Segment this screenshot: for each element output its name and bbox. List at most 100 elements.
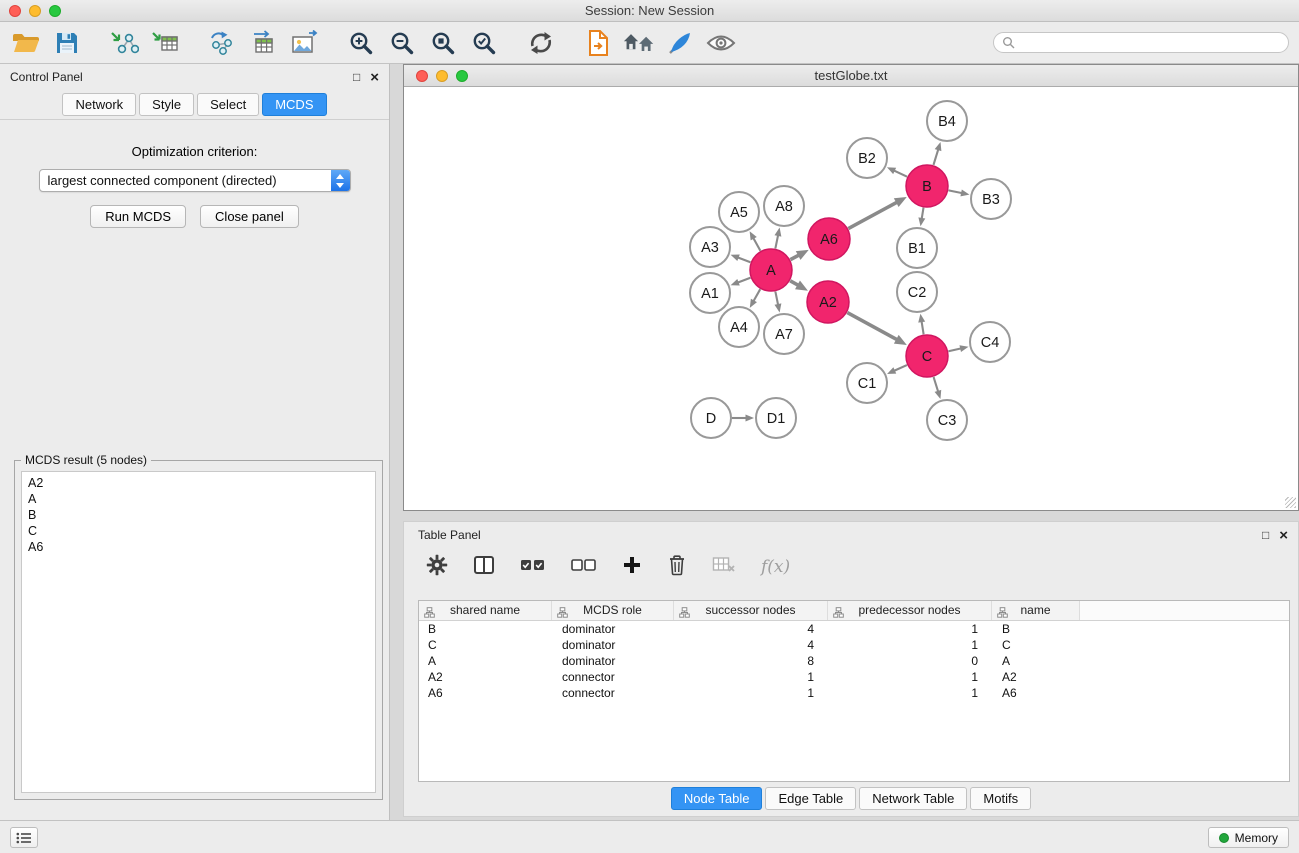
tab-mcds[interactable]: MCDS <box>262 93 326 116</box>
graph-edge-B-B3[interactable] <box>949 189 970 196</box>
zoom-window-button[interactable] <box>49 5 61 17</box>
network-overview-button[interactable] <box>623 27 655 59</box>
graph-edge-A2-C[interactable] <box>847 313 906 345</box>
tab-motifs[interactable]: Motifs <box>970 787 1031 810</box>
column-header-shared-name[interactable]: shared name <box>419 601 552 620</box>
table-row[interactable]: A6connector11A6 <box>419 685 1289 701</box>
table-row[interactable]: A2connector11A2 <box>419 669 1289 685</box>
deselect-all-button[interactable] <box>571 557 597 578</box>
zoom-selected-button[interactable] <box>468 27 500 59</box>
zoom-out-button[interactable] <box>386 27 418 59</box>
graph-edge-B-B2[interactable] <box>887 167 907 176</box>
export-table-button[interactable] <box>247 27 279 59</box>
graph-node-C[interactable]: C <box>906 335 948 377</box>
import-network-button[interactable] <box>108 27 140 59</box>
network-minimize-button[interactable] <box>436 70 448 82</box>
graph-node-A6[interactable]: A6 <box>808 218 850 260</box>
export-image-button[interactable] <box>288 27 320 59</box>
search-field[interactable] <box>993 32 1289 53</box>
table-settings-button[interactable] <box>426 554 448 581</box>
close-panel-button[interactable]: Close panel <box>200 205 299 228</box>
mcds-result-item[interactable]: C <box>22 523 375 539</box>
graph-node-C1[interactable]: C1 <box>847 363 887 403</box>
delete-table-button[interactable] <box>712 555 736 580</box>
graph-node-D1[interactable]: D1 <box>756 398 796 438</box>
save-session-button[interactable] <box>51 27 83 59</box>
close-table-panel-icon[interactable]: × <box>1279 528 1288 543</box>
graph-node-C3[interactable]: C3 <box>927 400 967 440</box>
graph-edge-A-A4[interactable] <box>750 289 760 308</box>
graph-node-A[interactable]: A <box>750 249 792 291</box>
table-row[interactable]: Cdominator41C <box>419 637 1289 653</box>
graph-node-A8[interactable]: A8 <box>764 186 804 226</box>
column-header-mcds-role[interactable]: MCDS role <box>552 601 674 620</box>
import-table-button[interactable] <box>149 27 181 59</box>
network-zoom-button[interactable] <box>456 70 468 82</box>
graph-node-B1[interactable]: B1 <box>897 228 937 268</box>
zoom-fit-button[interactable] <box>427 27 459 59</box>
graph-edge-B-B4[interactable] <box>933 142 941 165</box>
open-file-button[interactable] <box>10 27 42 59</box>
graph-edge-A-A6[interactable] <box>790 250 808 260</box>
graph-node-D[interactable]: D <box>691 398 731 438</box>
table-row[interactable]: Bdominator41B <box>419 621 1289 637</box>
tab-style[interactable]: Style <box>139 93 194 116</box>
network-canvas[interactable]: B4 B2 B B3 A8A5 A6 A3 B1 A A1 C2 A2 A4A7 C4 C C1 C3 D D1 <box>404 88 1298 510</box>
network-window-titlebar[interactable]: testGlobe.txt <box>404 65 1298 87</box>
task-history-button[interactable] <box>10 827 38 848</box>
resize-grip[interactable] <box>1285 497 1296 508</box>
delete-column-button[interactable] <box>667 554 687 581</box>
graph-node-A5[interactable]: A5 <box>719 192 759 232</box>
search-input[interactable] <box>1020 36 1280 50</box>
show-graphics-button[interactable] <box>705 27 737 59</box>
function-builder-button[interactable]: f(x) <box>761 557 790 577</box>
graph-node-B2[interactable]: B2 <box>847 138 887 178</box>
graph-node-A7[interactable]: A7 <box>764 314 804 354</box>
tab-node-table[interactable]: Node Table <box>671 787 763 810</box>
graph-node-A4[interactable]: A4 <box>719 307 759 347</box>
node-table[interactable]: shared nameMCDS rolesuccessor nodesprede… <box>418 600 1290 782</box>
optimization-criterion-select[interactable]: largest connected component (directed) <box>39 169 351 192</box>
graph-node-B3[interactable]: B3 <box>971 179 1011 219</box>
close-panel-icon[interactable]: × <box>370 70 379 85</box>
network-graph[interactable]: B4 B2 B B3 A8A5 A6 A3 B1 A A1 C2 A2 A4A7 C4 C C1 C3 D D1 <box>404 88 1298 510</box>
add-column-button[interactable] <box>622 555 642 580</box>
zoom-in-button[interactable] <box>345 27 377 59</box>
graph-edge-A-A5[interactable] <box>750 231 761 250</box>
graph-node-C2[interactable]: C2 <box>897 272 937 312</box>
style-brush-button[interactable] <box>664 27 696 59</box>
run-mcds-button[interactable]: Run MCDS <box>90 205 186 228</box>
graph-edge-A-A7[interactable] <box>774 292 781 313</box>
graph-edge-A-A8[interactable] <box>774 228 781 249</box>
column-header-successor-nodes[interactable]: successor nodes <box>674 601 828 620</box>
graph-node-A1[interactable]: A1 <box>690 273 730 313</box>
graph-node-B4[interactable]: B4 <box>927 101 967 141</box>
show-column-button[interactable] <box>473 555 495 580</box>
tab-select[interactable]: Select <box>197 93 259 116</box>
refresh-layout-button[interactable] <box>525 27 557 59</box>
mcds-result-item[interactable]: A2 <box>22 475 375 491</box>
tab-network[interactable]: Network <box>62 93 136 116</box>
graph-node-B[interactable]: B <box>906 165 948 207</box>
column-header-predecessor-nodes[interactable]: predecessor nodes <box>828 601 992 620</box>
graph-node-A2[interactable]: A2 <box>807 281 849 323</box>
graph-edge-C-C2[interactable] <box>918 314 925 335</box>
tab-network-table[interactable]: Network Table <box>859 787 967 810</box>
export-network-button[interactable] <box>206 27 238 59</box>
graph-edge-A-A1[interactable] <box>731 278 751 286</box>
float-table-panel-icon[interactable]: □ <box>1262 522 1269 548</box>
graph-edge-A-A3[interactable] <box>731 254 751 262</box>
graph-edge-A6-B[interactable] <box>848 197 906 229</box>
graph-edge-D-D1[interactable] <box>732 415 754 422</box>
table-row[interactable]: Adominator80A <box>419 653 1289 669</box>
mcds-result-item[interactable]: A <box>22 491 375 507</box>
memory-button[interactable]: Memory <box>1208 827 1289 848</box>
mcds-result-item[interactable]: B <box>22 507 375 523</box>
graph-node-C4[interactable]: C4 <box>970 322 1010 362</box>
float-panel-icon[interactable]: □ <box>353 64 360 90</box>
mcds-result-list[interactable]: A2ABCA6 <box>21 471 376 793</box>
mcds-result-item[interactable]: A6 <box>22 539 375 555</box>
minimize-window-button[interactable] <box>29 5 41 17</box>
graph-node-A3[interactable]: A3 <box>690 227 730 267</box>
close-window-button[interactable] <box>9 5 21 17</box>
